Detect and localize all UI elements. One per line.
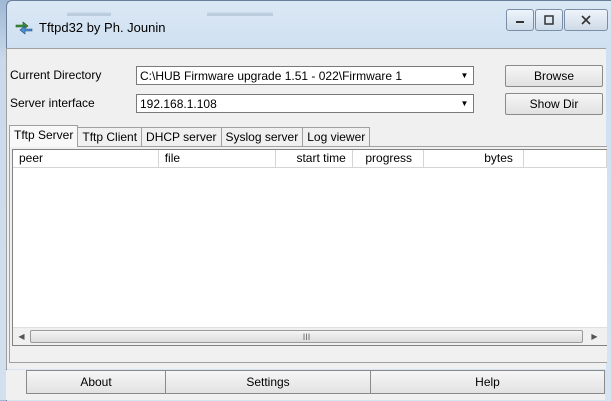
close-icon bbox=[581, 15, 591, 25]
column-header-filler bbox=[524, 150, 607, 168]
server-interface-combo[interactable]: 192.168.1.108 ▼ bbox=[136, 94, 474, 113]
title-bar[interactable]: ▬▬▬▬ ▬▬▬▬▬▬ Tftpd32 by Ph. Jounin bbox=[7, 1, 611, 47]
tab-tftp-client[interactable]: Tftp Client bbox=[77, 127, 143, 147]
help-button[interactable]: Help bbox=[370, 370, 605, 394]
column-header-file[interactable]: file bbox=[158, 150, 277, 168]
about-button[interactable]: About bbox=[26, 370, 166, 394]
client-area: Current Directory C:\HUB Firmware upgrad… bbox=[6, 48, 607, 369]
transfer-list[interactable]: peer file start time progress bytes ◀ II… bbox=[12, 149, 607, 346]
tab-log-viewer[interactable]: Log viewer bbox=[302, 127, 371, 147]
tftpd-arrows-icon bbox=[15, 21, 33, 35]
maximize-icon bbox=[544, 15, 554, 25]
current-directory-label: Current Directory bbox=[10, 68, 102, 82]
tab-strip: Tftp Server Tftp Client DHCP server Sysl… bbox=[9, 125, 371, 147]
server-interface-value: 192.168.1.108 bbox=[140, 97, 217, 111]
tab-panel: peer file start time progress bytes ◀ II… bbox=[9, 146, 607, 363]
column-header-bytes[interactable]: bytes bbox=[424, 150, 525, 168]
show-dir-button[interactable]: Show Dir bbox=[505, 93, 603, 115]
scrollbar-thumb[interactable]: III bbox=[30, 330, 583, 343]
current-directory-combo[interactable]: C:\HUB Firmware upgrade 1.51 - 022\Firmw… bbox=[136, 66, 474, 85]
chevron-down-icon[interactable]: ▼ bbox=[457, 96, 472, 111]
current-directory-value: C:\HUB Firmware upgrade 1.51 - 022\Firmw… bbox=[140, 69, 403, 83]
tab-dhcp-server[interactable]: DHCP server bbox=[141, 127, 222, 147]
scroll-left-icon[interactable]: ◀ bbox=[14, 329, 29, 344]
background-window-ghost: ▬▬▬▬▬▬ bbox=[207, 7, 273, 19]
column-header-peer[interactable]: peer bbox=[13, 150, 159, 168]
list-header: peer file start time progress bytes bbox=[13, 150, 607, 168]
maximize-button[interactable] bbox=[535, 9, 563, 31]
background-window-ghost: ▬▬▬▬ bbox=[67, 7, 111, 19]
server-interface-label: Server interface bbox=[10, 96, 95, 110]
chevron-down-icon[interactable]: ▼ bbox=[457, 68, 472, 83]
settings-button[interactable]: Settings bbox=[165, 370, 371, 394]
browse-button[interactable]: Browse bbox=[505, 65, 603, 87]
tab-syslog-server[interactable]: Syslog server bbox=[220, 127, 304, 147]
footer-bar: About Settings Help bbox=[6, 370, 605, 400]
column-header-progress[interactable]: progress bbox=[353, 150, 425, 168]
window-title: Tftpd32 by Ph. Jounin bbox=[39, 20, 166, 35]
grip-icon: III bbox=[302, 331, 311, 342]
close-button[interactable] bbox=[564, 9, 608, 31]
column-header-start-time[interactable]: start time bbox=[276, 150, 354, 168]
minimize-icon bbox=[516, 21, 524, 23]
tab-tftp-server[interactable]: Tftp Server bbox=[9, 125, 79, 147]
scroll-right-icon[interactable]: ▶ bbox=[587, 329, 602, 344]
minimize-button[interactable] bbox=[506, 9, 534, 31]
horizontal-scrollbar[interactable]: ◀ III ▶ bbox=[13, 327, 607, 345]
